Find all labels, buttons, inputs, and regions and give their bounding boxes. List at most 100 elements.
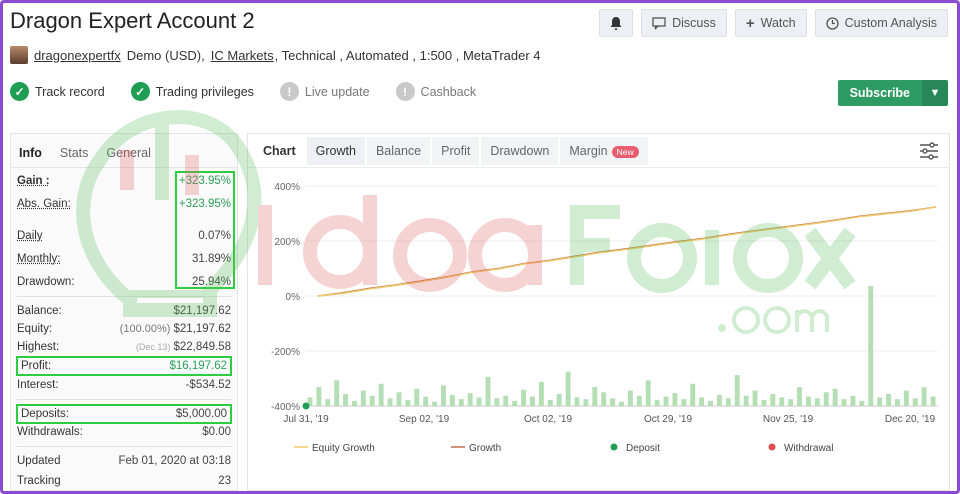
deposits-row: Deposits: $5,000.00 [16,404,232,424]
deposit-marker [302,402,310,410]
tab-chart[interactable]: Chart [254,137,305,165]
tab-info[interactable]: Info [19,146,42,160]
volume-bar [761,400,767,406]
drawdown-row: Drawdown: 25.94% [17,273,231,291]
subscribe-split-button: Subscribe ▼ [837,80,948,106]
volume-bar [592,387,598,406]
bell-icon [610,16,622,30]
interest-label: Interest: [17,379,59,391]
watch-button[interactable]: + Watch [734,9,807,37]
y-tick-label: -400% [271,402,300,413]
notifications-button[interactable] [599,9,634,37]
balance-value: $21,197.62 [173,305,231,317]
tracking-row: Tracking 23 [17,472,231,490]
volume-bar [316,387,322,406]
volume-bar [788,399,794,406]
volume-bar [903,390,909,406]
deposits-label: Deposits: [21,408,69,420]
new-badge: New [611,145,639,158]
volume-bar [886,394,891,406]
volume-bar [841,399,847,406]
interest-value: -$534.52 [185,379,231,391]
volume-bar [485,376,491,406]
growth-chart[interactable]: 400% 200% 0% -200% -400% Jul 31, '19 Sep 02, … [248,168,949,490]
tab-growth[interactable]: Growth [306,136,365,165]
volume-bar [850,395,856,406]
volume-bar [512,400,518,406]
tab-general[interactable]: General [106,146,150,160]
gain-label[interactable]: Gain : [17,175,50,187]
discuss-label: Discuss [672,16,716,30]
volume-bar [334,380,340,406]
equity-row: Equity: (100.00%) $21,197.62 [17,320,231,338]
abs-gain-label[interactable]: Abs. Gain: [17,198,71,210]
volume-bar [503,395,509,406]
volume-bar [619,401,624,406]
live-update-badge[interactable]: ! Live update [279,82,370,101]
volume-bar [823,392,829,406]
volume-bar [752,390,758,406]
volume-bar [583,399,589,406]
chevron-down-icon[interactable]: ▼ [922,80,948,106]
y-tick-label: 0% [286,292,301,303]
volume-bar [654,400,660,406]
updated-value: Feb 01, 2020 at 03:18 [118,455,231,467]
check-icon: ✓ [10,82,29,101]
daily-label[interactable]: Daily [17,230,43,242]
equity-label: Equity: [17,323,53,335]
drawdown-value: 25.94% [191,276,231,288]
tab-drawdown[interactable]: Drawdown [481,136,559,165]
broker-link[interactable]: IC Markets [211,48,274,63]
username-link[interactable]: dragonexpertfx [34,48,121,63]
legend-deposit-label: Deposit [626,443,660,454]
volume-bar [432,401,438,406]
volume-bar [672,393,678,406]
legend-growth-label: Growth [469,443,501,454]
monthly-label[interactable]: Monthly: [17,253,60,265]
volume-bar [574,397,580,406]
volume-bar [343,394,349,406]
subscribe-button[interactable]: Subscribe [837,80,922,106]
volume-bar [610,398,616,406]
custom-analysis-button[interactable]: Custom Analysis [814,9,948,37]
x-tick-label: Sep 02, '19 [399,414,450,425]
volume-bar [360,390,366,406]
clock-icon [825,16,839,30]
volume-bar [565,371,571,406]
volume-bar [725,398,731,406]
volume-bar [877,397,883,406]
volume-bar [601,392,607,406]
settings-sliders-icon[interactable] [919,142,939,160]
track-record-badge[interactable]: ✓ Track record [10,82,105,101]
tab-balance[interactable]: Balance [366,136,431,165]
comment-icon [652,16,666,29]
volume-bar [556,394,562,406]
margin-label: Margin [569,143,608,158]
x-tick-label: Nov 25, '19 [763,414,814,425]
daily-value: 0.07% [198,230,231,242]
tab-profit[interactable]: Profit [432,136,480,165]
volume-bar [645,380,651,406]
volume-bar [627,390,633,406]
volume-bar [467,393,473,406]
volume-bar [734,375,740,406]
trading-privileges-badge[interactable]: ✓ Trading privileges [130,82,254,101]
volume-bar [921,387,927,406]
tab-stats[interactable]: Stats [60,146,89,160]
verification-badges: ✓ Track record ✓ Trading privileges ! Li… [10,82,476,101]
volume-bar [387,398,393,406]
volume-bar [868,286,874,406]
interest-row: Interest: -$534.52 [17,376,231,394]
profit-value: $16,197.62 [169,360,227,372]
highest-row: Highest: (Dec 13) $22,849.58 [17,338,231,356]
divider [17,296,231,297]
exclamation-icon: ! [279,82,299,101]
equity-pct: (100.00%) [119,323,171,335]
volume-bar [325,399,331,406]
avatar[interactable] [10,46,28,64]
volume-bar [476,397,482,406]
cashback-badge[interactable]: ! Cashback [395,82,476,101]
discuss-button[interactable]: Discuss [641,9,727,37]
volume-bar [538,382,544,406]
tab-margin[interactable]: Margin New [560,136,648,165]
